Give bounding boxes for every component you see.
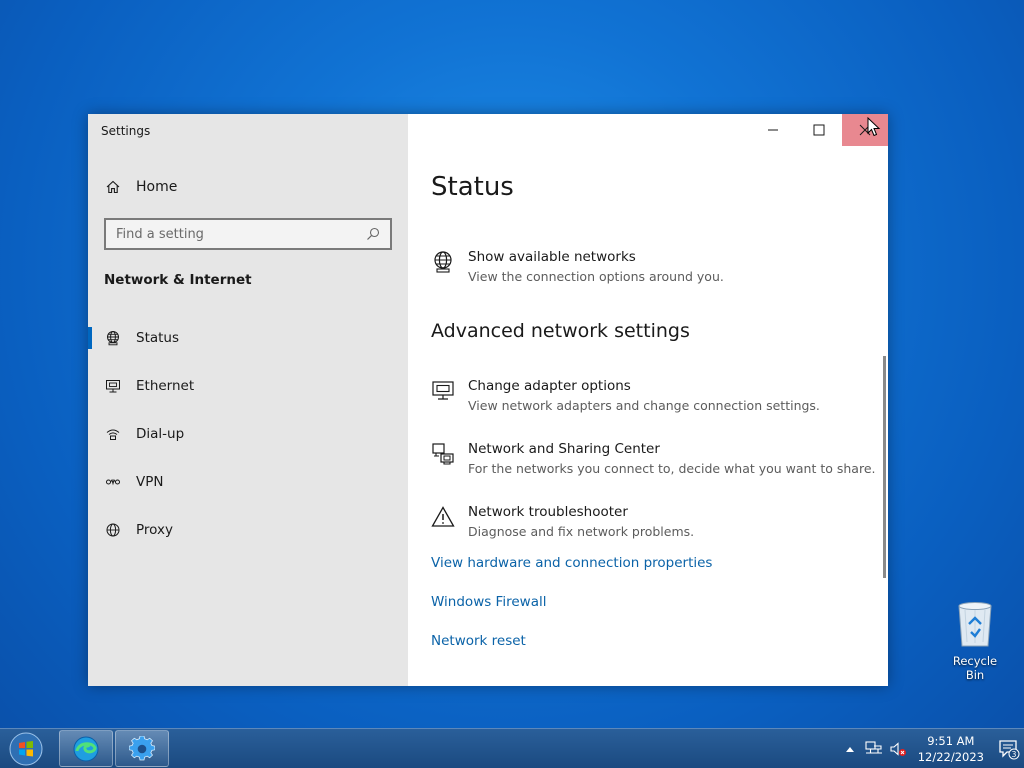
minimize-button[interactable]: [750, 114, 796, 146]
sharing-center-desc: For the networks you connect to, decide …: [468, 461, 876, 476]
vpn-icon: [104, 473, 122, 491]
settings-sidebar: Settings Home Network & Internet Status: [88, 114, 408, 686]
nav-item-vpn[interactable]: VPN: [88, 458, 408, 506]
network-icon: [865, 741, 882, 754]
globe-icon: [431, 250, 457, 276]
nav-item-proxy[interactable]: Proxy: [88, 506, 408, 554]
network-tray-button[interactable]: [864, 739, 884, 759]
globe-icon: [104, 329, 122, 347]
change-adapter-options[interactable]: Change adapter options View network adap…: [431, 377, 820, 415]
page-title: Status: [431, 172, 514, 202]
hardware-properties-link[interactable]: View hardware and connection properties: [431, 555, 712, 571]
recycle-bin[interactable]: Recycle Bin: [942, 600, 1008, 682]
nav-item-ethernet[interactable]: Ethernet: [88, 362, 408, 410]
warning-icon: [431, 505, 457, 531]
network-sharing-center[interactable]: Network and Sharing Center For the netwo…: [431, 440, 876, 478]
advanced-settings-heading: Advanced network settings: [431, 320, 690, 342]
settings-content: Status Show available networks View the …: [408, 114, 888, 686]
sharing-center-title: Network and Sharing Center: [468, 441, 660, 457]
nav-label-proxy: Proxy: [136, 522, 173, 538]
volume-tray-button[interactable]: [888, 739, 908, 759]
show-networks-desc: View the connection options around you.: [468, 269, 724, 284]
taskbar: 9:51 AM 12/22/2023 3: [0, 728, 1024, 768]
show-hidden-icons-button[interactable]: [840, 739, 860, 759]
maximize-icon: [813, 124, 825, 136]
search-box[interactable]: [104, 218, 392, 250]
nav-label-status: Status: [136, 330, 180, 346]
show-networks-title: Show available networks: [468, 249, 636, 265]
nav-item-status[interactable]: Status: [88, 314, 408, 362]
chevron-up-icon: [845, 747, 854, 752]
scrollbar[interactable]: [883, 356, 886, 578]
start-button[interactable]: [6, 731, 46, 767]
windows-firewall-link[interactable]: Windows Firewall: [431, 594, 546, 610]
taskbar-edge-button[interactable]: [59, 730, 113, 767]
adapter-title: Change adapter options: [468, 378, 631, 394]
action-center-button[interactable]: 3: [994, 729, 1024, 768]
category-heading: Network & Internet: [104, 272, 252, 288]
home-nav-item[interactable]: Home: [104, 176, 177, 198]
ethernet-icon: [104, 377, 122, 395]
mouse-cursor-icon: [867, 117, 881, 137]
notification-count: 3: [1012, 750, 1017, 759]
troubleshooter-title: Network troubleshooter: [468, 504, 628, 520]
troubleshooter-desc: Diagnose and fix network problems.: [468, 524, 695, 539]
nav-label-vpn: VPN: [136, 474, 164, 490]
minimize-icon: [768, 129, 778, 131]
show-available-networks[interactable]: Show available networks View the connect…: [431, 248, 724, 286]
clock-time: 9:51 AM: [927, 734, 975, 748]
close-button[interactable]: [842, 114, 888, 146]
nav-label-dial-up: Dial-up: [136, 426, 185, 442]
settings-window: Settings Home Network & Internet Status: [88, 114, 888, 686]
adapter-desc: View network adapters and change connect…: [468, 398, 820, 413]
windows-logo-icon: [9, 732, 43, 766]
edge-icon: [73, 736, 99, 761]
recycle-bin-label: Recycle Bin: [952, 654, 998, 682]
gear-icon: [129, 735, 155, 760]
search-icon[interactable]: [364, 225, 382, 243]
notification-icon: 3: [999, 740, 1020, 760]
adapter-icon: [431, 379, 457, 405]
home-icon: [104, 178, 122, 196]
globe-icon: [104, 521, 122, 539]
nav-list: Status Ethernet Dial-up VPN Proxy: [88, 314, 408, 554]
nav-item-dial-up[interactable]: Dial-up: [88, 410, 408, 458]
search-input[interactable]: [116, 226, 364, 242]
taskbar-settings-button[interactable]: [115, 730, 169, 767]
nav-label-ethernet: Ethernet: [136, 378, 195, 394]
volume-muted-icon: [890, 742, 906, 756]
clock[interactable]: 9:51 AM 12/22/2023: [918, 733, 984, 765]
system-tray: 9:51 AM 12/22/2023 3: [840, 729, 1024, 768]
network-reset-link[interactable]: Network reset: [431, 633, 526, 649]
maximize-button[interactable]: [796, 114, 842, 146]
home-label: Home: [136, 179, 178, 195]
clock-date: 12/22/2023: [917, 750, 984, 764]
window-title: Settings: [101, 124, 151, 138]
network-troubleshooter[interactable]: Network troubleshooter Diagnose and fix …: [431, 503, 694, 541]
recycle-bin-icon: [958, 602, 992, 647]
sharing-center-icon: [431, 442, 457, 468]
dialup-icon: [104, 425, 122, 443]
